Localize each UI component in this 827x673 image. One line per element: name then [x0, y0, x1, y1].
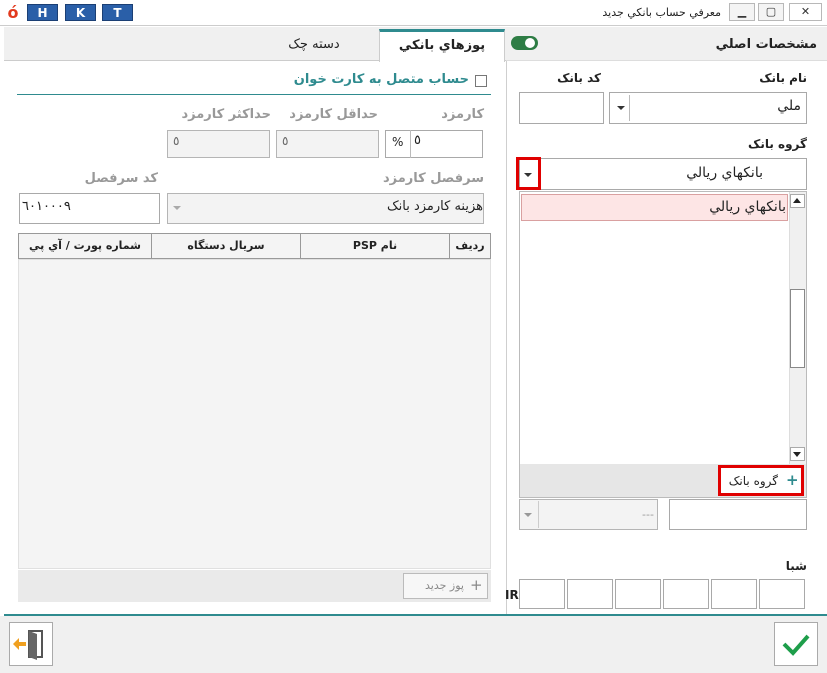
fee-header-value: هزينه کارمزد بانک	[387, 199, 483, 214]
scroll-thumb[interactable]	[790, 289, 805, 368]
t-button[interactable]: T	[102, 4, 133, 21]
chevron-down-icon	[524, 173, 532, 177]
header-code-label: کد سرفصل	[84, 171, 158, 186]
header-code-value: ٦٠١٠٠٠٩	[22, 199, 71, 214]
bank-name-value: ملي	[777, 98, 801, 114]
card-reader-label: حساب متصل به کارت خوان	[293, 72, 469, 87]
min-fee-value: ٥	[282, 134, 289, 148]
list-item-label: بانکهاي ريالي	[709, 199, 786, 215]
fee-value: ٥	[414, 133, 421, 148]
fee-label: کارمزد	[441, 107, 484, 122]
h-button[interactable]: H	[27, 4, 58, 21]
sheba-prefix: IR	[505, 588, 519, 602]
max-fee-label: حداکثر کارمزد	[181, 107, 271, 122]
add-bank-group-label: گروه بانک	[728, 474, 778, 488]
window-title: معرفي حساب بانکي جديد	[602, 6, 721, 19]
currency-value: ---	[642, 508, 654, 521]
chevron-down-icon	[524, 513, 532, 517]
sheba-field[interactable]	[567, 579, 613, 609]
toggle-knob	[525, 38, 535, 48]
plus-icon: +	[470, 576, 483, 594]
app-logo-icon: ó	[7, 3, 19, 22]
chevron-up-icon	[793, 198, 801, 203]
exit-door-icon	[13, 630, 43, 660]
sheba-field[interactable]	[759, 579, 805, 609]
restore-button[interactable]: ▢	[758, 3, 784, 21]
sheba-field[interactable]	[663, 579, 709, 609]
bank-group-select[interactable]	[519, 158, 807, 190]
grid-header-port-ip[interactable]: شماره پورت / آي پي	[18, 233, 152, 259]
grid-header-row-number[interactable]: رديف	[449, 233, 491, 259]
section-divider	[17, 94, 491, 95]
new-pos-label: پوز جديد	[425, 579, 464, 592]
fee-header-label: سرفصل کارمزد	[382, 171, 484, 186]
close-button[interactable]: ✕	[789, 3, 822, 21]
min-fee-label: حداقل کارمزد	[289, 107, 378, 122]
minimize-button[interactable]: ▁	[729, 3, 755, 21]
bank-group-value: بانکهاي ريالي	[686, 165, 763, 181]
chevron-down-icon	[173, 206, 181, 210]
divider	[538, 501, 539, 528]
max-fee-value: ٥	[173, 134, 180, 148]
grid-header-serial[interactable]: سريال دستگاه	[151, 233, 301, 259]
fee-unit: %	[392, 135, 404, 149]
bank-code-label: کد بانک	[557, 71, 601, 85]
chevron-down-icon	[793, 452, 801, 457]
main-details-label: مشخصات اصلي	[715, 37, 817, 52]
pos-grid-body	[18, 259, 491, 569]
tab-bank-pos[interactable]: پوزهاي بانکي	[379, 29, 505, 62]
card-reader-checkbox[interactable]	[475, 75, 487, 87]
exit-button[interactable]	[9, 622, 53, 666]
max-fee-input[interactable]	[167, 130, 270, 158]
bank-name-label: نام بانک	[759, 71, 807, 85]
sheba-field[interactable]	[615, 579, 661, 609]
divider	[410, 130, 411, 158]
account-number-input[interactable]	[669, 499, 807, 530]
bank-group-label: گروه بانک	[748, 137, 807, 151]
chevron-down-icon	[617, 106, 625, 110]
tab-checkbook[interactable]: دسته چک	[250, 29, 378, 61]
bank-code-input[interactable]	[519, 92, 604, 124]
sheba-field[interactable]	[711, 579, 757, 609]
plus-icon: +	[786, 471, 799, 489]
currency-select[interactable]	[519, 499, 658, 530]
grid-header-psp[interactable]: نام PSP	[300, 233, 450, 259]
bank-group-dropdown-list	[519, 191, 807, 498]
ok-button[interactable]	[774, 622, 818, 666]
min-fee-input[interactable]	[276, 130, 379, 158]
sheba-label: شبا	[785, 559, 807, 573]
k-button[interactable]: K	[65, 4, 96, 21]
footer-bar	[0, 616, 827, 673]
sheba-field[interactable]	[519, 579, 565, 609]
checkmark-icon	[782, 634, 810, 656]
